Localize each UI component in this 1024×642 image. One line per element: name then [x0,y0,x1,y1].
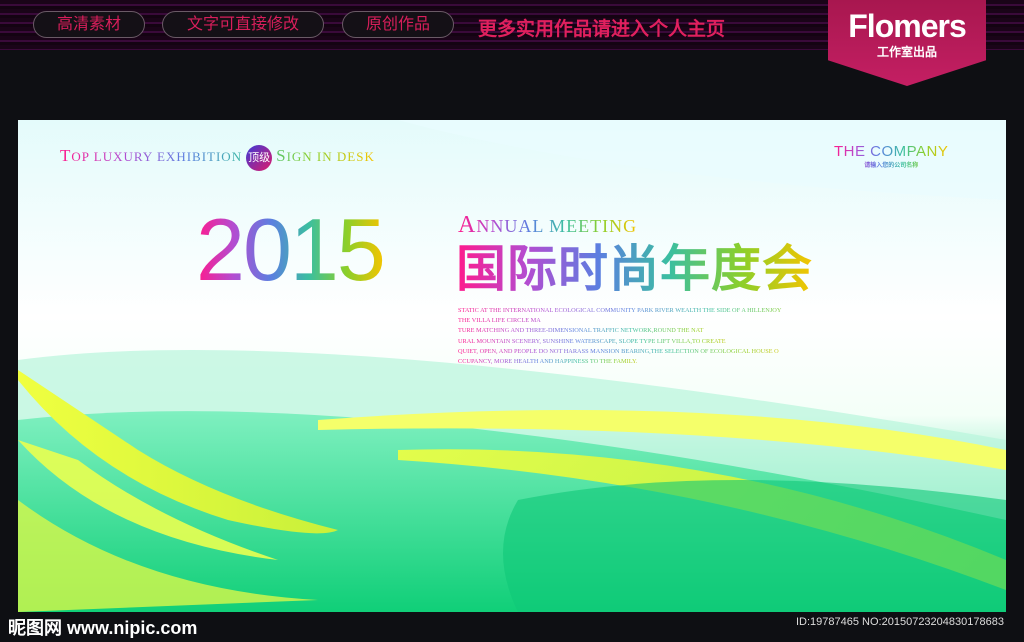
body-line: QUIET, OPEN, AND PEOPLE DO NOT HARASS MA… [458,347,808,357]
promo-link[interactable]: 更多实用作品请进入个人主页 [478,14,725,41]
company-name: THE COMPANY [834,143,949,160]
annual-meeting-title: ANNUAL MEETING [458,212,637,239]
body-line: URAL MOUNTAIN SCENERY, SUNSHINE WATERSCA… [458,337,758,347]
company-sub: 请输入您的公司名称 [834,160,948,169]
site-watermark: 昵图网 www.nipic.com [8,618,198,638]
annual-initial: A [458,212,477,238]
body-line: CCUPANCY, MORE HEALTH AND HAPPINESS TO T… [458,357,658,367]
brand-sub: 工作室出品 [876,45,937,59]
tagline-initial2: S [276,145,287,165]
body-line: STATIC AT THE INTERNATIONAL ECOLOGICAL C… [458,306,878,316]
brand-name: Flomers [848,8,966,44]
original-work-button[interactable]: 原创作品 [342,11,454,38]
editable-text-button[interactable]: 文字可直接修改 [162,11,324,38]
hd-material-button[interactable]: 高清素材 [33,11,145,38]
tagline-part1: OP LUXURY EXHIBITION [71,148,243,164]
body-text: STATIC AT THE INTERNATIONAL ECOLOGICAL C… [458,306,878,367]
company-block: THE COMPANY 请输入您的公司名称 [834,143,948,169]
tagline-initial: T [60,145,72,165]
image-id: ID:19787465 NO:20150723204830178683 [796,616,1004,628]
chinese-title: 国际时尚年度会 [456,241,813,297]
tagline-part2: IGN IN DESK [286,148,375,164]
body-line: TURE MATCHING AND THREE-DIMENSIONAL TRAF… [458,326,748,336]
annual-rest: NNUAL MEETING [476,216,638,236]
body-line: THE VILLA LIFE CIRCLE MA [458,316,878,326]
year-title: 2015 [196,200,386,299]
poster-preview: TOP LUXURY EXHIBITION 顶级 SIGN IN DESK THE … [18,120,1006,612]
brand-badge[interactable]: Flomers 工作室出品 [828,0,986,86]
top-level-badge: 顶级 [246,145,273,171]
luxury-tagline: TOP LUXURY EXHIBITION 顶级 SIGN IN DESK [60,145,375,171]
